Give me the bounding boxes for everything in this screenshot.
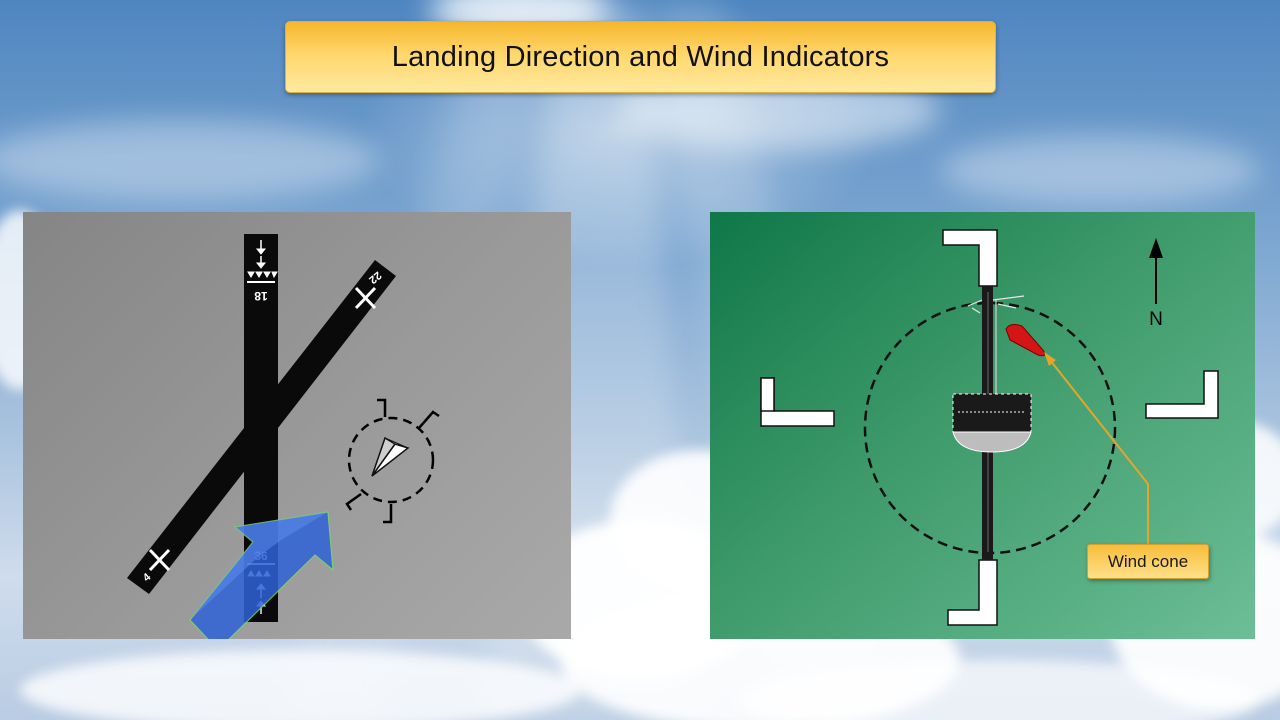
landing-tee-drum (952, 393, 1032, 453)
north-arrow (1149, 238, 1163, 304)
slide-title: Landing Direction and Wind Indicators (391, 40, 890, 73)
callout-leader-line (1044, 352, 1149, 544)
wind-cone-callout: Wind cone (1087, 544, 1209, 579)
slide-title-banner: Landing Direction and Wind Indicators (285, 21, 996, 93)
north-label: N (1149, 309, 1163, 330)
runway-layout-panel: 18 36 22 4 (23, 212, 571, 639)
runway-diagram: 18 36 22 4 (127, 234, 440, 639)
tetrahedron-indicator (371, 436, 410, 477)
wind-cone (1005, 324, 1046, 357)
runway-number-18: 18 (254, 289, 268, 303)
